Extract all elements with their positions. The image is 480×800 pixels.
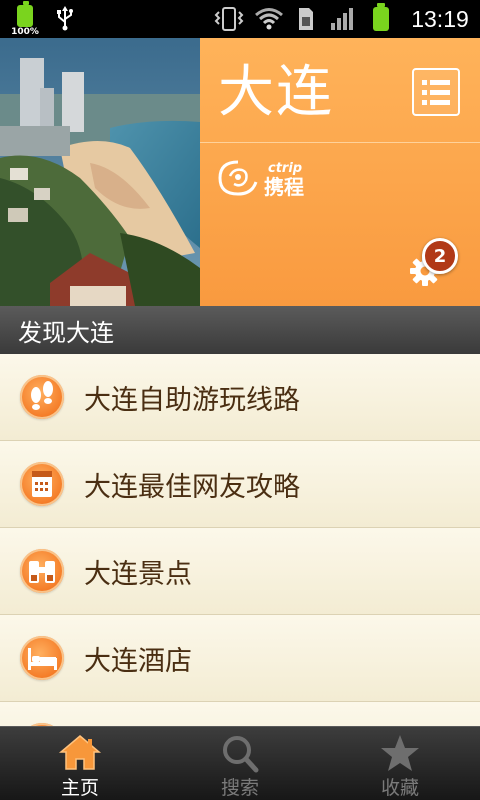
city-title: 大连 xyxy=(218,60,334,125)
brand-name-cn: 携程 xyxy=(264,175,304,199)
list-item-label: 大连自助游玩线路 xyxy=(84,384,300,416)
search-icon xyxy=(223,736,259,773)
home-icon xyxy=(58,735,102,770)
tab-label: 搜索 xyxy=(220,777,259,799)
list-item-partial[interactable] xyxy=(0,702,480,726)
list-item-label: 大连最佳网友攻略 xyxy=(84,471,300,503)
brand-name-en: ctrip xyxy=(268,161,302,176)
list-item-guides[interactable]: 大连最佳网友攻略 xyxy=(0,441,480,528)
battery-percent: 100% xyxy=(11,26,39,37)
tab-label: 主页 xyxy=(60,777,99,799)
ctrip-logo: ctrip 携程 xyxy=(216,156,336,200)
list-item-label: 大连景点 xyxy=(84,558,192,590)
binoculars-icon xyxy=(20,549,64,593)
header-divider xyxy=(200,142,480,143)
discover-list: 大连自助游玩线路 大连最佳网友攻略 大连景点 大连酒店 xyxy=(0,354,480,726)
list-item-attractions[interactable]: 大连景点 xyxy=(0,528,480,615)
signal-icon xyxy=(328,0,358,38)
sim-icon xyxy=(295,0,317,38)
battery-icon xyxy=(370,0,392,38)
clock: 13:19 xyxy=(411,5,469,32)
vibrate-icon xyxy=(212,0,246,38)
notification-badge[interactable]: 2 xyxy=(422,238,458,274)
city-photo xyxy=(0,38,200,306)
city-banner: 大连 ctrip 携程 2 xyxy=(200,38,480,306)
bed-icon xyxy=(20,636,64,680)
list-item-label: 大连酒店 xyxy=(84,645,192,677)
tab-label: 收藏 xyxy=(380,777,419,799)
menu-button[interactable] xyxy=(412,68,460,116)
footprints-icon xyxy=(20,375,64,419)
list-item-routes[interactable]: 大连自助游玩线路 xyxy=(0,354,480,441)
star-icon xyxy=(381,735,419,771)
battery-icon: 100% xyxy=(10,0,40,38)
section-title: 发现大连 xyxy=(0,306,480,354)
tab-search[interactable]: 搜索 xyxy=(160,727,320,800)
list-icon xyxy=(422,80,450,105)
guidebook-icon xyxy=(20,462,64,506)
wifi-icon xyxy=(252,0,286,38)
bottom-nav: 主页 搜索 收藏 xyxy=(0,726,480,800)
city-header: 大连 ctrip 携程 2 xyxy=(0,38,480,306)
usb-icon xyxy=(54,0,76,38)
tab-favorites[interactable]: 收藏 xyxy=(320,727,480,800)
list-item-hotels[interactable]: 大连酒店 xyxy=(0,615,480,702)
tab-home[interactable]: 主页 xyxy=(0,727,160,800)
status-bar: 100% 13:19 xyxy=(0,0,480,38)
